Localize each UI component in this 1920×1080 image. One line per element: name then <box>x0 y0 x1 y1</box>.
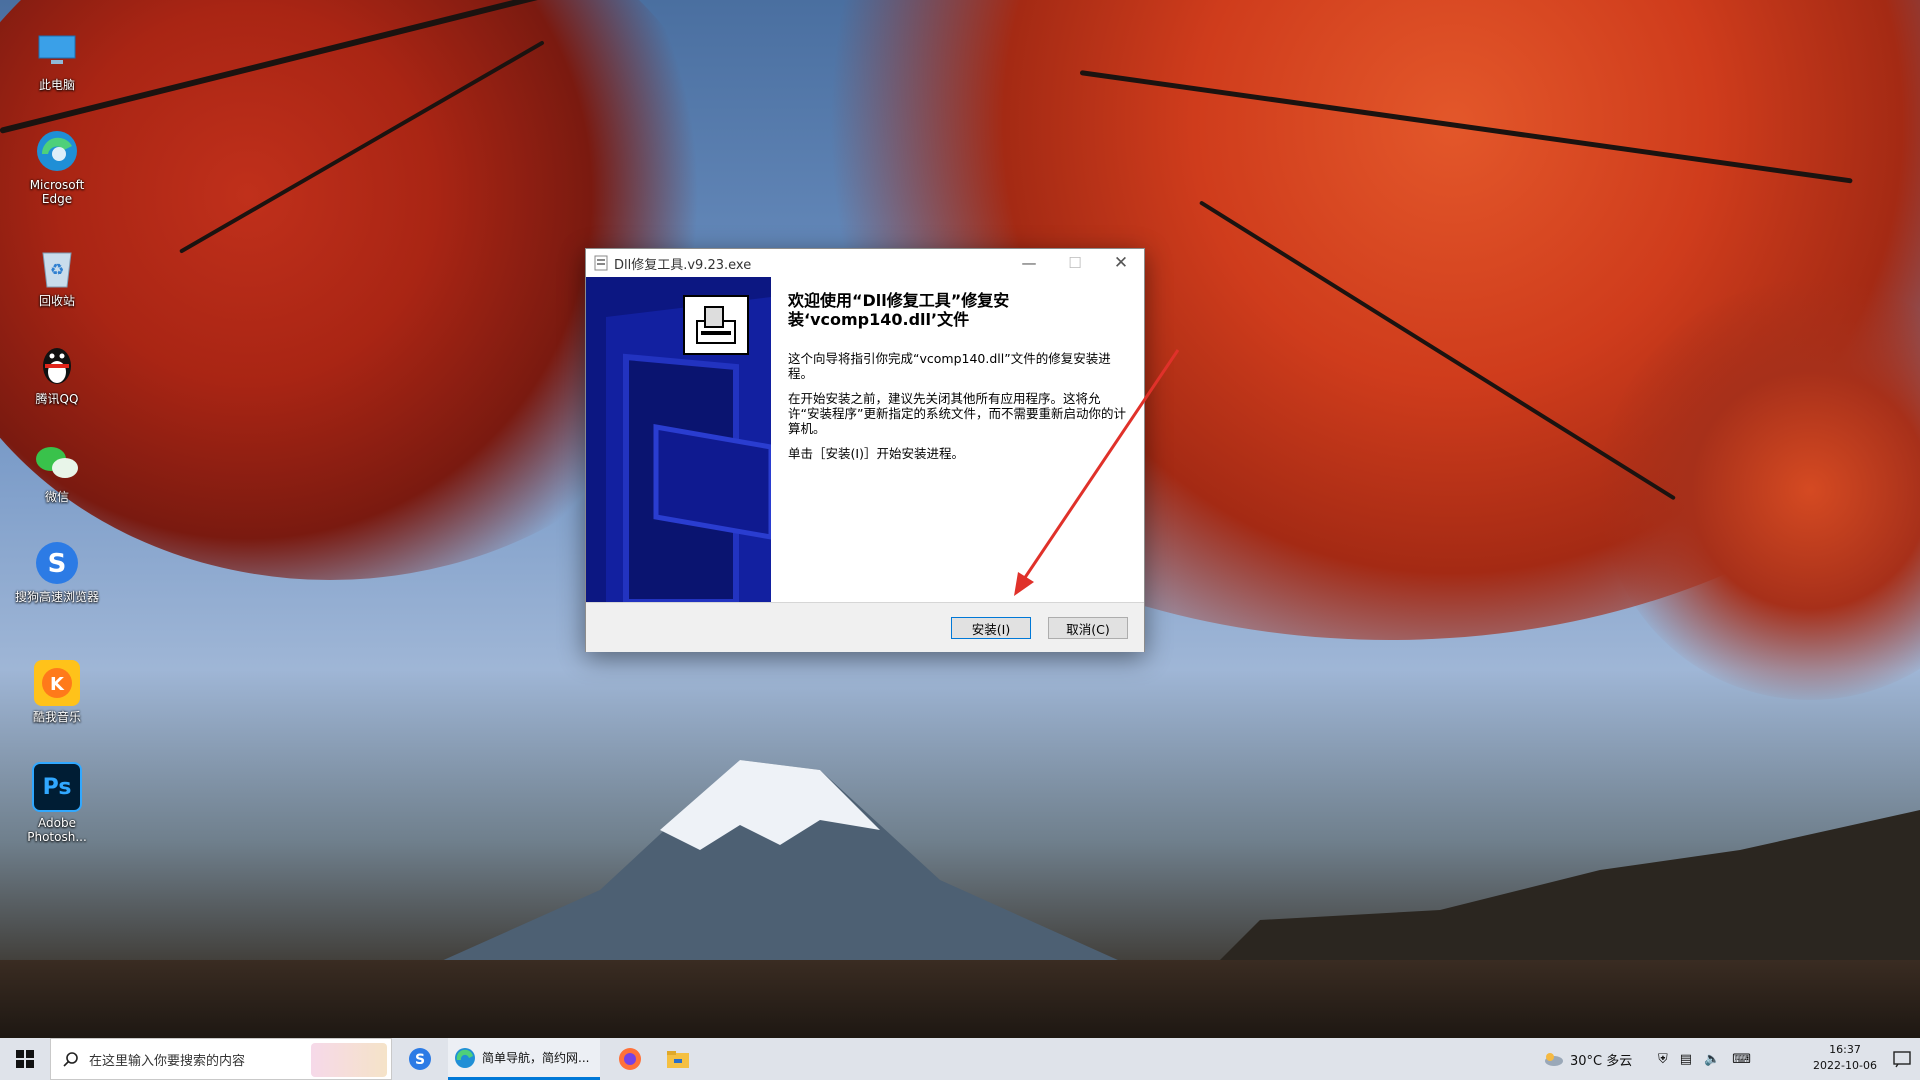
desktop-icon-kuwo[interactable]: K 酷我音乐 <box>14 660 100 724</box>
system-tray-icons: ⛨ ▤ 🔈 ⌨ <box>1658 1038 1763 1080</box>
svg-text:S: S <box>415 1052 425 1068</box>
clock[interactable]: 16:37 2022-10-06 <box>1810 1042 1880 1074</box>
desktop-icon-label: Adobe Photosh... <box>27 816 87 844</box>
desktop-icon-wechat[interactable]: 微信 <box>14 440 100 504</box>
recycle-bin-icon: ♻ <box>34 244 80 290</box>
installer-banner-icon <box>683 295 749 355</box>
dialog-body: 欢迎使用“Dll修复工具”修复安装‘vcomp140.dll’文件 这个向导将指… <box>586 277 1144 602</box>
desktop-icon-edge[interactable]: Microsoft Edge <box>14 128 100 206</box>
desktop-icon-computer[interactable]: 此电脑 <box>14 28 100 92</box>
welcome-heading: 欢迎使用“Dll修复工具”修复安装‘vcomp140.dll’文件 <box>788 291 1010 329</box>
network-icon[interactable]: ▤ <box>1680 1052 1692 1067</box>
dialog-title: Dll修复工具.v9.23.exe <box>614 257 752 273</box>
photoshop-icon: Ps <box>32 762 82 812</box>
windows-icon <box>16 1050 34 1068</box>
kuwo-music-icon: K <box>34 660 80 706</box>
desktop-icon-qq[interactable]: 腾讯QQ <box>14 342 100 406</box>
forest <box>0 960 1920 1040</box>
maximize-button: ☐ <box>1052 249 1098 277</box>
wizard-content: 欢迎使用“Dll修复工具”修复安装‘vcomp140.dll’文件 这个向导将指… <box>788 291 1128 471</box>
taskbar-file-explorer[interactable] <box>660 1038 696 1080</box>
instruction-text: 单击［安装(I)］开始安装进程。 <box>788 446 964 461</box>
cloud-icon <box>1545 1053 1563 1066</box>
qq-icon <box>34 342 80 388</box>
security-shield-icon[interactable]: ⛨ <box>1658 1052 1668 1067</box>
start-button[interactable] <box>0 1038 50 1080</box>
taskbar-firefox[interactable] <box>612 1038 648 1080</box>
install-button[interactable]: 安装(I) <box>951 617 1031 639</box>
close-icon: ✕ <box>1113 253 1129 273</box>
taskbar-search[interactable]: 在这里输入你要搜索的内容 <box>50 1038 392 1080</box>
folder-icon <box>667 1051 689 1068</box>
search-icon <box>63 1052 78 1067</box>
taskbar-sogou[interactable]: S <box>402 1038 438 1080</box>
taskbar: 在这里输入你要搜索的内容 S 简单导航，简约网... 30°C 多云 ⛨ ▤ 🔈… <box>0 1038 1920 1080</box>
notification-icon[interactable] <box>1892 1049 1912 1069</box>
desktop-icon-label: 酷我音乐 <box>32 710 81 724</box>
installer-app-icon <box>594 255 608 271</box>
cancel-button[interactable]: 取消(C) <box>1048 617 1128 639</box>
weather-text: 30°C 多云 <box>1570 1053 1633 1069</box>
desktop-icon-sogou[interactable]: S 搜狗高速浏览器 <box>14 540 100 604</box>
clock-date: 2022-10-06 <box>1813 1059 1877 1072</box>
weather-widget[interactable]: 30°C 多云 <box>1544 1038 1632 1080</box>
edge-icon <box>34 128 80 174</box>
svg-text:K: K <box>50 674 65 695</box>
input-method-icon[interactable]: ⌨ <box>1732 1052 1751 1067</box>
svg-text:♻: ♻ <box>50 260 64 279</box>
desktop-icon-recycle-bin[interactable]: ♻ 回收站 <box>14 244 100 308</box>
installer-dialog: Dll修复工具.v9.23.exe — ☐ ✕ 欢迎使用“Dll修复工具”修复安… <box>585 248 1145 652</box>
search-highlight-image <box>311 1043 387 1077</box>
desktop-icon-label: 搜狗高速浏览器 <box>14 590 99 604</box>
sogou-browser-icon: S <box>409 1048 431 1070</box>
taskbar-edge-window[interactable]: 简单导航，简约网... <box>448 1038 600 1080</box>
maximize-icon: ☐ <box>1068 254 1082 272</box>
edge-icon <box>455 1047 475 1068</box>
firefox-icon <box>619 1048 641 1070</box>
clock-time: 16:37 <box>1829 1043 1861 1056</box>
svg-text:S: S <box>48 549 67 579</box>
desktop-icon-label: 腾讯QQ <box>35 392 79 406</box>
computer-icon <box>34 28 80 74</box>
minimize-button[interactable]: — <box>1006 249 1052 277</box>
close-button[interactable]: ✕ <box>1098 249 1144 277</box>
edge-window-label: 简单导航，简约网... <box>482 1051 590 1065</box>
advice-text: 在开始安装之前，建议先关闭其他所有应用程序。这将允许“安装程序”更新指定的系统文… <box>788 391 1126 436</box>
wizard-banner <box>586 277 771 602</box>
desktop-icon-label: 微信 <box>44 490 69 504</box>
desktop-icon-label: 回收站 <box>38 294 75 308</box>
dialog-footer: 安装(I) 取消(C) <box>586 602 1144 652</box>
volume-icon[interactable]: 🔈 <box>1704 1052 1720 1067</box>
desktop-icon-label: Microsoft Edge <box>29 178 85 206</box>
wechat-icon <box>34 440 80 486</box>
minimize-icon: — <box>1021 254 1037 272</box>
search-placeholder: 在这里输入你要搜索的内容 <box>89 1053 246 1069</box>
desktop-icon-label: 此电脑 <box>38 78 75 92</box>
dialog-titlebar[interactable]: Dll修复工具.v9.23.exe — ☐ ✕ <box>586 249 1144 277</box>
desktop-icon-photoshop[interactable]: Ps Adobe Photosh... <box>14 762 100 844</box>
intro-text: 这个向导将指引你完成“vcomp140.dll”文件的修复安装进程。 <box>788 351 1111 381</box>
sogou-browser-icon: S <box>34 540 80 586</box>
